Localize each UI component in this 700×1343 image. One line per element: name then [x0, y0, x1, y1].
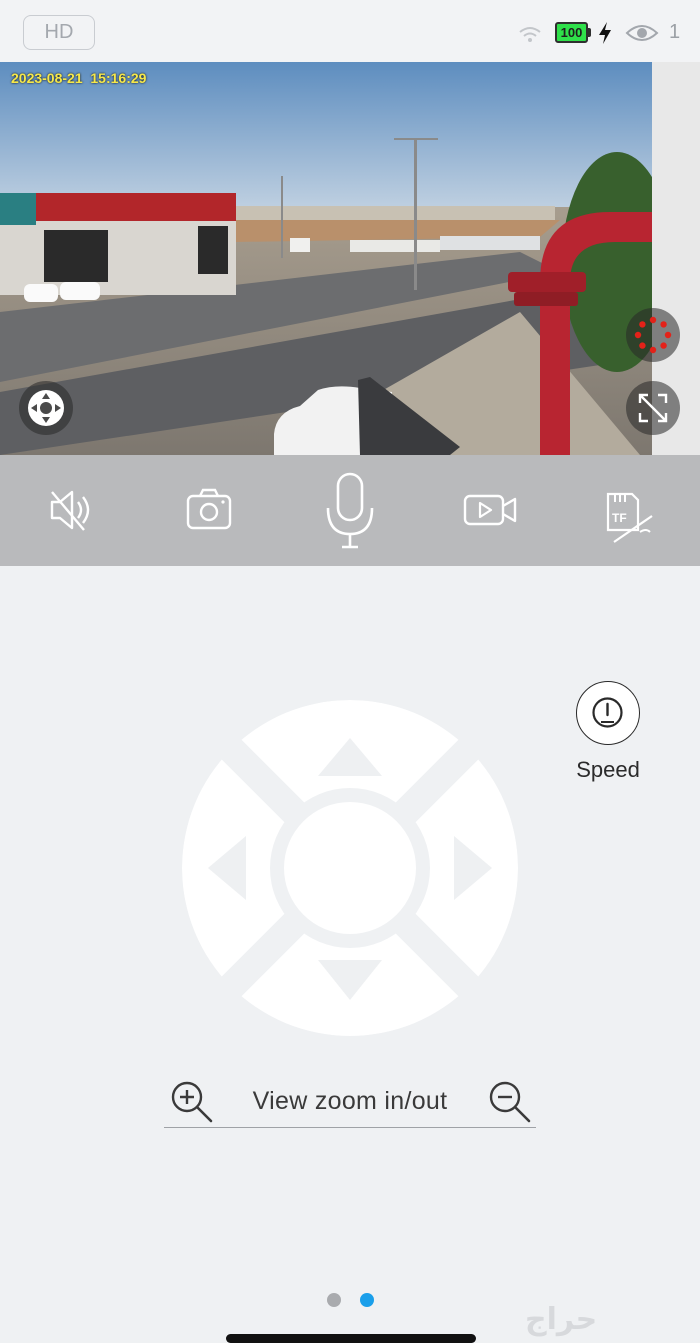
zoom-out-button[interactable] [486, 1078, 534, 1126]
camera-live-view[interactable] [0, 62, 700, 455]
tf-card-label: TF [612, 511, 627, 525]
page-dot-1[interactable] [327, 1293, 341, 1307]
top-status-bar [0, 0, 700, 62]
talk-button[interactable] [320, 470, 380, 550]
pan-left-button[interactable] [190, 780, 294, 956]
camera-scene [0, 62, 700, 455]
charging-bolt-icon [599, 22, 611, 44]
tf-card-icon: TF [606, 492, 653, 543]
speaker-muted-icon [50, 490, 90, 531]
arrow-left-icon [208, 836, 246, 900]
zoom-in-icon [171, 1081, 213, 1123]
mute-button[interactable] [40, 480, 100, 540]
zoom-divider [164, 1127, 536, 1128]
ptz-toggle-button[interactable] [19, 381, 73, 435]
record-button[interactable] [460, 480, 520, 540]
zoom-out-icon [489, 1081, 531, 1123]
tf-card-button[interactable]: TF [600, 488, 660, 548]
wifi-icon [519, 27, 541, 42]
pan-right-button[interactable] [406, 780, 510, 956]
speed-label: Speed [576, 757, 640, 782]
eye-icon [625, 25, 659, 41]
speed-button[interactable] [576, 681, 640, 745]
hd-quality-button[interactable]: HD [23, 15, 95, 50]
viewer-count: 1 [669, 21, 681, 43]
camera-icon [186, 488, 232, 530]
video-record-icon [463, 494, 517, 526]
watermark-text: حراج [525, 1302, 598, 1337]
zoom-label: View zoom in/out [252, 1087, 448, 1115]
battery-tip [588, 28, 591, 37]
home-indicator[interactable] [226, 1334, 476, 1343]
microphone-icon [326, 472, 374, 549]
speedometer-icon [592, 697, 623, 728]
expand-icon [638, 393, 668, 423]
zoom-in-button[interactable] [168, 1078, 216, 1126]
spinner-icon [634, 316, 672, 354]
video-timestamp: 2023-08-21 15:16:29 [11, 70, 147, 86]
fullscreen-button[interactable] [626, 381, 680, 435]
arrow-right-icon [454, 836, 492, 900]
loading-indicator [626, 308, 680, 362]
ptz-joystick-icon [28, 390, 64, 426]
battery-level: 100 [555, 22, 588, 43]
page-dot-2-active[interactable] [360, 1293, 374, 1307]
snapshot-button[interactable] [179, 480, 239, 540]
